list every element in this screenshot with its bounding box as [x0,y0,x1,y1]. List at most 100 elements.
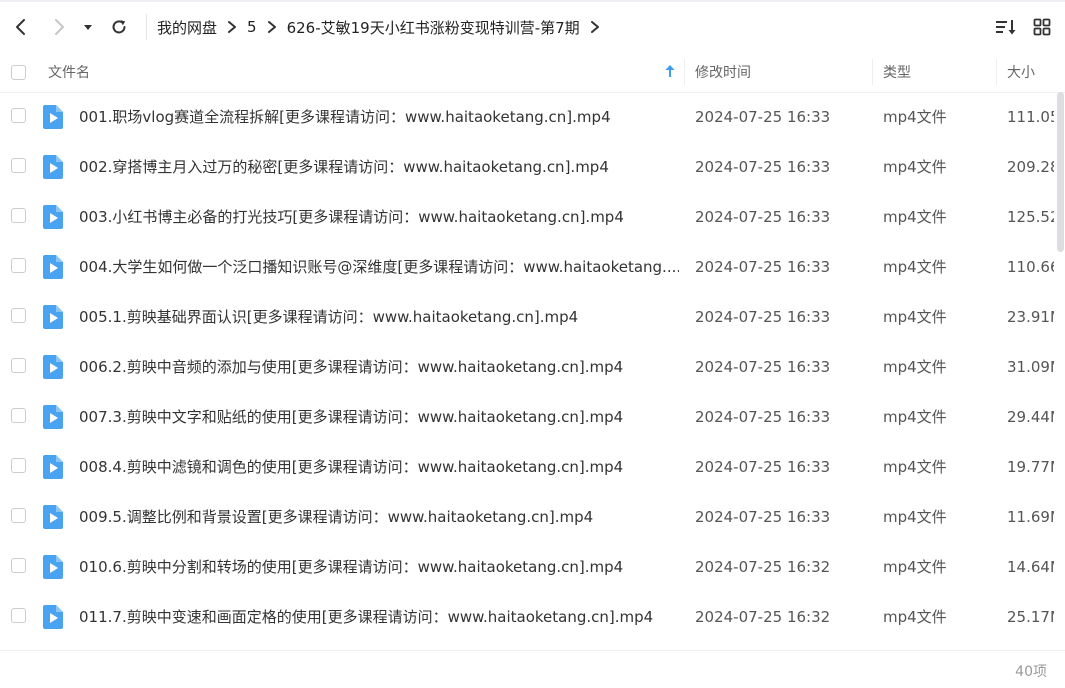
column-divider[interactable] [872,59,873,85]
table-row[interactable]: 001.职场vlog赛道全流程拆解[更多课程请访问：www.haitaoketa… [0,92,1065,142]
breadcrumb-separator[interactable] [590,21,600,33]
row-checkbox[interactable] [11,358,26,373]
file-date: 2024-07-25 16:33 [695,408,831,426]
column-header-name[interactable]: 文件名 [48,52,90,92]
file-name[interactable]: 002.穿搭博主月入过万的秘密[更多课程请访问：www.haitaoketang… [79,142,679,192]
file-date: 2024-07-25 16:33 [695,308,831,326]
column-header-size[interactable]: 大小 [1007,52,1035,92]
video-file-icon [43,405,63,429]
file-date: 2024-07-25 16:33 [695,258,831,276]
toolbar: 我的网盘 5 626-艾敏19天小红书涨粉变现特训营-第7期 [0,2,1065,52]
file-name[interactable]: 006.2.剪映中音频的添加与使用[更多课程请访问：www.haitaoketa… [79,342,679,392]
video-file-icon [43,105,63,129]
chevron-right-icon [267,21,276,33]
table-row[interactable]: 009.5.调整比例和背景设置[更多课程请访问：www.haitaoketang… [0,492,1065,542]
column-header-type[interactable]: 类型 [883,52,911,92]
status-bar: 40项 [0,650,1065,688]
history-dropdown-button[interactable] [78,10,98,44]
video-file-icon [43,155,63,179]
file-name[interactable]: 011.7.剪映中变速和画面定格的使用[更多课程请访问：www.haitaoke… [79,592,679,642]
video-file-icon [43,555,63,579]
row-checkbox[interactable] [11,508,26,523]
vertical-scrollbar[interactable] [1057,92,1064,650]
table-header: 文件名 修改时间 类型 大小 [0,52,1065,93]
breadcrumb-item-root[interactable]: 我的网盘 [157,17,217,38]
file-name[interactable]: 007.3.剪映中文字和贴纸的使用[更多课程请访问：www.haitaoketa… [79,392,679,442]
table-row[interactable]: 011.7.剪映中变速和画面定格的使用[更多课程请访问：www.haitaoke… [0,592,1065,642]
file-size: 31.09M [1007,358,1054,376]
file-date: 2024-07-25 16:33 [695,208,831,226]
column-divider[interactable] [684,59,685,85]
file-date: 2024-07-25 16:33 [695,358,831,376]
breadcrumb-separator [267,21,277,33]
file-date: 2024-07-25 16:33 [695,158,831,176]
file-type: mp4文件 [883,558,947,576]
file-size: 19.77M [1007,458,1054,476]
file-name[interactable]: 005.1.剪映基础界面认识[更多课程请访问：www.haitaoketang.… [79,292,679,342]
select-all-checkbox[interactable] [11,64,26,80]
file-size: 111.05 [1007,108,1054,126]
file-type: mp4文件 [883,108,947,126]
refresh-icon [112,20,126,34]
row-checkbox[interactable] [11,408,26,423]
breadcrumb-item-folder-5[interactable]: 5 [247,18,257,36]
column-divider[interactable] [996,59,997,85]
file-name[interactable]: 004.大学生如何做一个泛口播知识账号@深维度[更多课程请访问：www.hait… [79,242,679,292]
file-size: 209.28 [1007,158,1054,176]
file-size: 11.69M [1007,508,1054,526]
video-file-icon [43,455,63,479]
table-row[interactable]: 002.穿搭博主月入过万的秘密[更多课程请访问：www.haitaoketang… [0,142,1065,192]
arrow-up-icon[interactable] [664,64,676,78]
table-row[interactable]: 008.4.剪映中滤镜和调色的使用[更多课程请访问：www.haitaoketa… [0,442,1065,492]
table-row[interactable]: 007.3.剪映中文字和贴纸的使用[更多课程请访问：www.haitaoketa… [0,392,1065,442]
chevron-right-icon [55,19,64,35]
column-header-modified[interactable]: 修改时间 [695,52,751,92]
view-mode-button[interactable] [1027,11,1057,43]
file-date: 2024-07-25 16:33 [695,458,831,476]
row-checkbox[interactable] [11,308,26,323]
chevron-left-icon [16,19,25,35]
file-date: 2024-07-25 16:33 [695,108,831,126]
chevron-right-icon [590,21,599,33]
video-file-icon [43,205,63,229]
row-checkbox[interactable] [11,258,26,273]
file-type: mp4文件 [883,208,947,226]
video-file-icon [43,505,63,529]
forward-button[interactable] [42,10,76,44]
table-row[interactable]: 004.大学生如何做一个泛口播知识账号@深维度[更多课程请访问：www.hait… [0,242,1065,292]
file-type: mp4文件 [883,158,947,176]
file-size: 14.64M [1007,558,1054,576]
breadcrumb-item-current[interactable]: 626-艾敏19天小红书涨粉变现特训营-第7期 [287,17,580,38]
row-checkbox[interactable] [11,458,26,473]
video-file-icon [43,305,63,329]
row-checkbox[interactable] [11,608,26,623]
file-size: 29.44M [1007,408,1054,426]
table-row[interactable]: 003.小红书博主必备的打光技巧[更多课程请访问：www.haitaoketan… [0,192,1065,242]
scrollbar-thumb[interactable] [1057,92,1064,252]
chevron-right-icon [228,21,237,33]
file-name[interactable]: 003.小红书博主必备的打光技巧[更多课程请访问：www.haitaoketan… [79,192,679,242]
video-file-icon [43,255,63,279]
sort-button[interactable] [991,11,1021,43]
table-row[interactable]: 006.2.剪映中音频的添加与使用[更多课程请访问：www.haitaoketa… [0,342,1065,392]
caret-down-icon [84,25,92,30]
row-checkbox[interactable] [11,108,26,123]
video-file-icon [43,355,63,379]
file-size: 125.52 [1007,208,1054,226]
file-date: 2024-07-25 16:33 [695,508,831,526]
file-name[interactable]: 008.4.剪映中滤镜和调色的使用[更多课程请访问：www.haitaoketa… [79,442,679,492]
row-checkbox[interactable] [11,558,26,573]
table-row[interactable]: 005.1.剪映基础界面认识[更多课程请访问：www.haitaoketang.… [0,292,1065,342]
file-name[interactable]: 009.5.调整比例和背景设置[更多课程请访问：www.haitaoketang… [79,492,679,542]
table-row[interactable]: 010.6.剪映中分割和转场的使用[更多课程请访问：www.haitaoketa… [0,542,1065,592]
file-name[interactable]: 010.6.剪映中分割和转场的使用[更多课程请访问：www.haitaoketa… [79,542,679,592]
file-size: 25.17M [1007,608,1054,626]
file-type: mp4文件 [883,458,947,476]
refresh-button[interactable] [102,10,136,44]
file-name[interactable]: 001.职场vlog赛道全流程拆解[更多课程请访问：www.haitaoketa… [79,92,679,142]
file-type: mp4文件 [883,608,947,626]
row-checkbox[interactable] [11,158,26,173]
back-button[interactable] [4,10,38,44]
video-file-icon [43,605,63,629]
row-checkbox[interactable] [11,208,26,223]
